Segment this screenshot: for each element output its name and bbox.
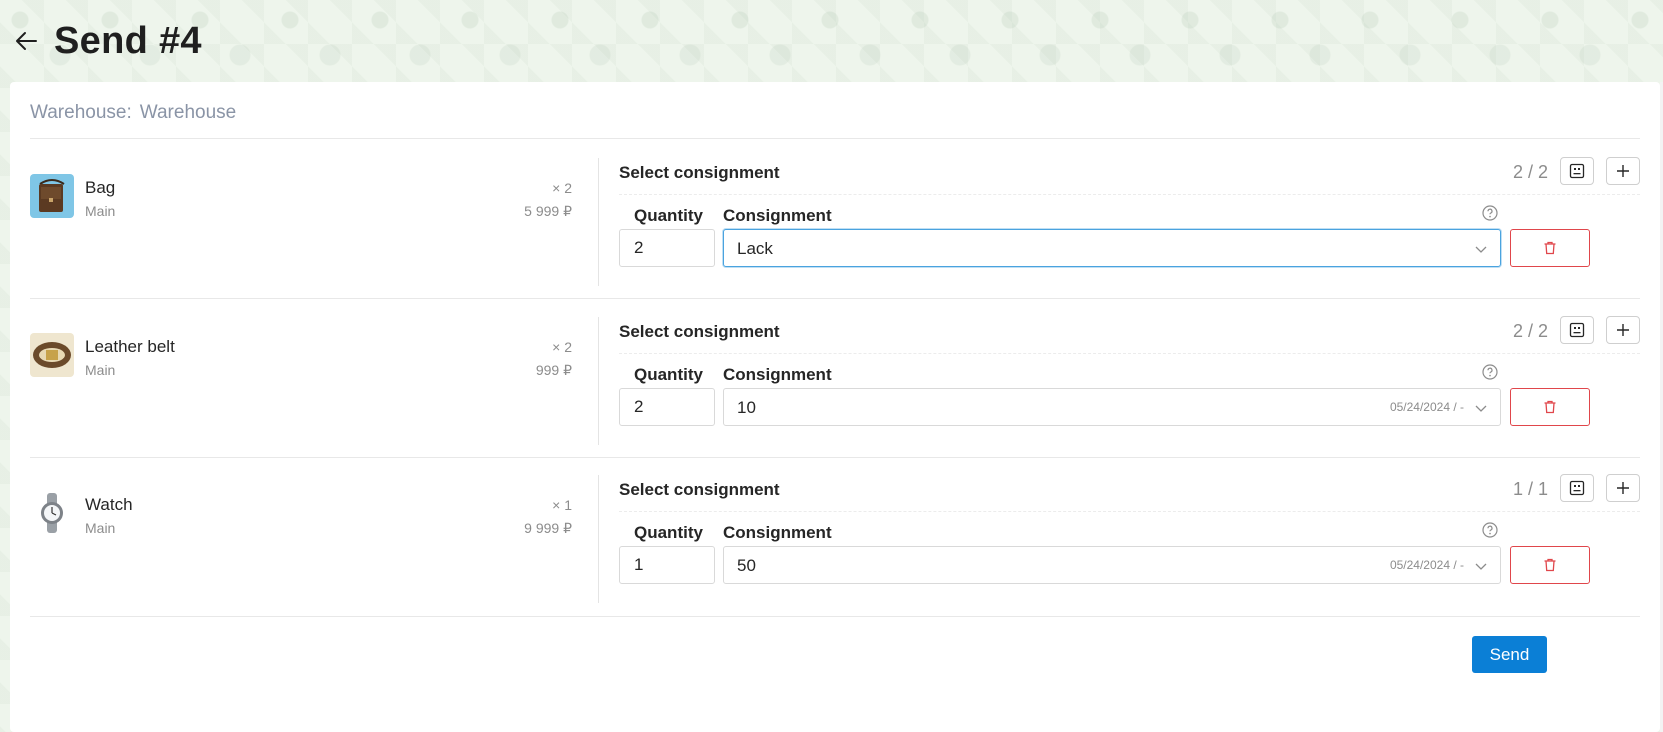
consignment-title: Select consignment [619,322,780,341]
consignment-select[interactable]: 50 05/24/2024 / - [723,546,1501,584]
product-price: 9 999 ₽ [524,520,572,536]
consignment-title: Select consignment [619,480,780,499]
consignment-label: Consignment [723,206,832,225]
plus-icon [1617,482,1629,494]
product-image-watch [30,491,74,535]
consignment-panel: Select consignment 2 / 2 Quantity Consig… [619,307,1640,457]
plus-icon [1617,324,1629,336]
product-quantity: × 1 [552,497,572,513]
page-title: Send #4 [54,19,202,62]
trash-icon [1544,400,1556,414]
help-icon[interactable] [1482,364,1498,380]
warehouse-row: Warehouse: Warehouse [30,102,236,124]
scan-button[interactable] [1560,474,1594,502]
column-separator [598,158,599,286]
delete-button[interactable] [1510,229,1590,267]
delete-button[interactable] [1510,388,1590,426]
consignment-panel: Select consignment 2 / 2 Quantity Consig… [619,148,1640,298]
item-row-watch: Watch Main × 1 9 999 ₽ Select consignmen… [30,465,1640,615]
product-quantity: × 2 [552,339,572,355]
product-name: Bag [85,178,116,197]
consignment-select[interactable]: 10 05/24/2024 / - [723,388,1501,426]
consignment-label: Consignment [723,365,832,384]
quantity-input[interactable] [619,229,715,267]
add-consignment-button[interactable] [1606,474,1640,502]
quantity-label: Quantity [634,365,703,384]
section-divider [619,511,1640,513]
divider [30,298,1640,299]
product-category: Main [85,520,116,536]
add-consignment-button[interactable] [1606,316,1640,344]
delete-button[interactable] [1510,546,1590,584]
divider [30,616,1640,617]
product-category: Main [85,362,116,378]
quantity-label: Quantity [634,206,703,225]
section-divider [619,353,1640,355]
product-name: Leather belt [85,337,175,356]
scan-icon [1569,480,1585,496]
back-button[interactable] [10,24,44,58]
product-name: Watch [85,495,133,514]
add-consignment-button[interactable] [1606,157,1640,185]
consignment-count: 2 / 2 [1512,321,1548,341]
warehouse-value[interactable]: Warehouse [140,102,236,124]
consignment-title: Select consignment [619,163,780,182]
consignment-date: 05/24/2024 / - [1389,400,1464,414]
send-button[interactable]: Send [1472,636,1547,673]
consignment-selected-value: 50 [737,556,756,575]
item-row-bag: Bag Main × 2 5 999 ₽ Select consignment … [30,148,1640,298]
consignment-date: 05/24/2024 / - [1389,558,1464,572]
help-icon[interactable] [1482,522,1498,538]
warehouse-label: Warehouse: [30,102,132,123]
chevron-down-icon [1475,405,1487,412]
quantity-input[interactable] [619,388,715,426]
help-icon[interactable] [1482,205,1498,221]
consignment-select[interactable]: Lack [723,229,1501,267]
consignment-label: Consignment [723,523,832,542]
consignment-selected-value: 10 [737,398,756,417]
product-image-bag [30,174,74,218]
product-price: 5 999 ₽ [524,203,572,219]
consignment-count: 1 / 1 [1512,479,1548,499]
column-separator [598,475,599,603]
product-image-leather-belt [30,333,74,377]
divider [30,457,1640,458]
consignment-panel: Select consignment 1 / 1 Quantity Consig… [619,465,1640,615]
quantity-label: Quantity [634,523,703,542]
send-form-card: Warehouse: Warehouse Bag Main × 2 5 999 … [10,82,1660,732]
product-info: Watch Main × 1 9 999 ₽ [30,477,572,617]
plus-icon [1617,165,1629,177]
column-separator [598,317,599,445]
trash-icon [1544,241,1556,255]
trash-icon [1544,558,1556,572]
scan-icon [1569,322,1585,338]
item-row-leather-belt: Leather belt Main × 2 999 ₽ Select consi… [30,307,1640,457]
consignment-selected-value: Lack [737,239,773,258]
product-quantity: × 2 [552,180,572,196]
section-divider [619,194,1640,196]
chevron-down-icon [1475,563,1487,570]
product-info: Bag Main × 2 5 999 ₽ [30,160,572,300]
scan-icon [1569,163,1585,179]
scan-button[interactable] [1560,157,1594,185]
page-header: Send #4 [10,14,202,68]
quantity-input[interactable] [619,546,715,584]
scan-button[interactable] [1560,316,1594,344]
consignment-count: 2 / 2 [1512,162,1548,182]
arrow-left-icon [16,32,37,50]
product-info: Leather belt Main × 2 999 ₽ [30,319,572,459]
divider [30,138,1640,139]
chevron-down-icon [1475,246,1487,253]
product-category: Main [85,203,116,219]
product-price: 999 ₽ [535,362,572,378]
